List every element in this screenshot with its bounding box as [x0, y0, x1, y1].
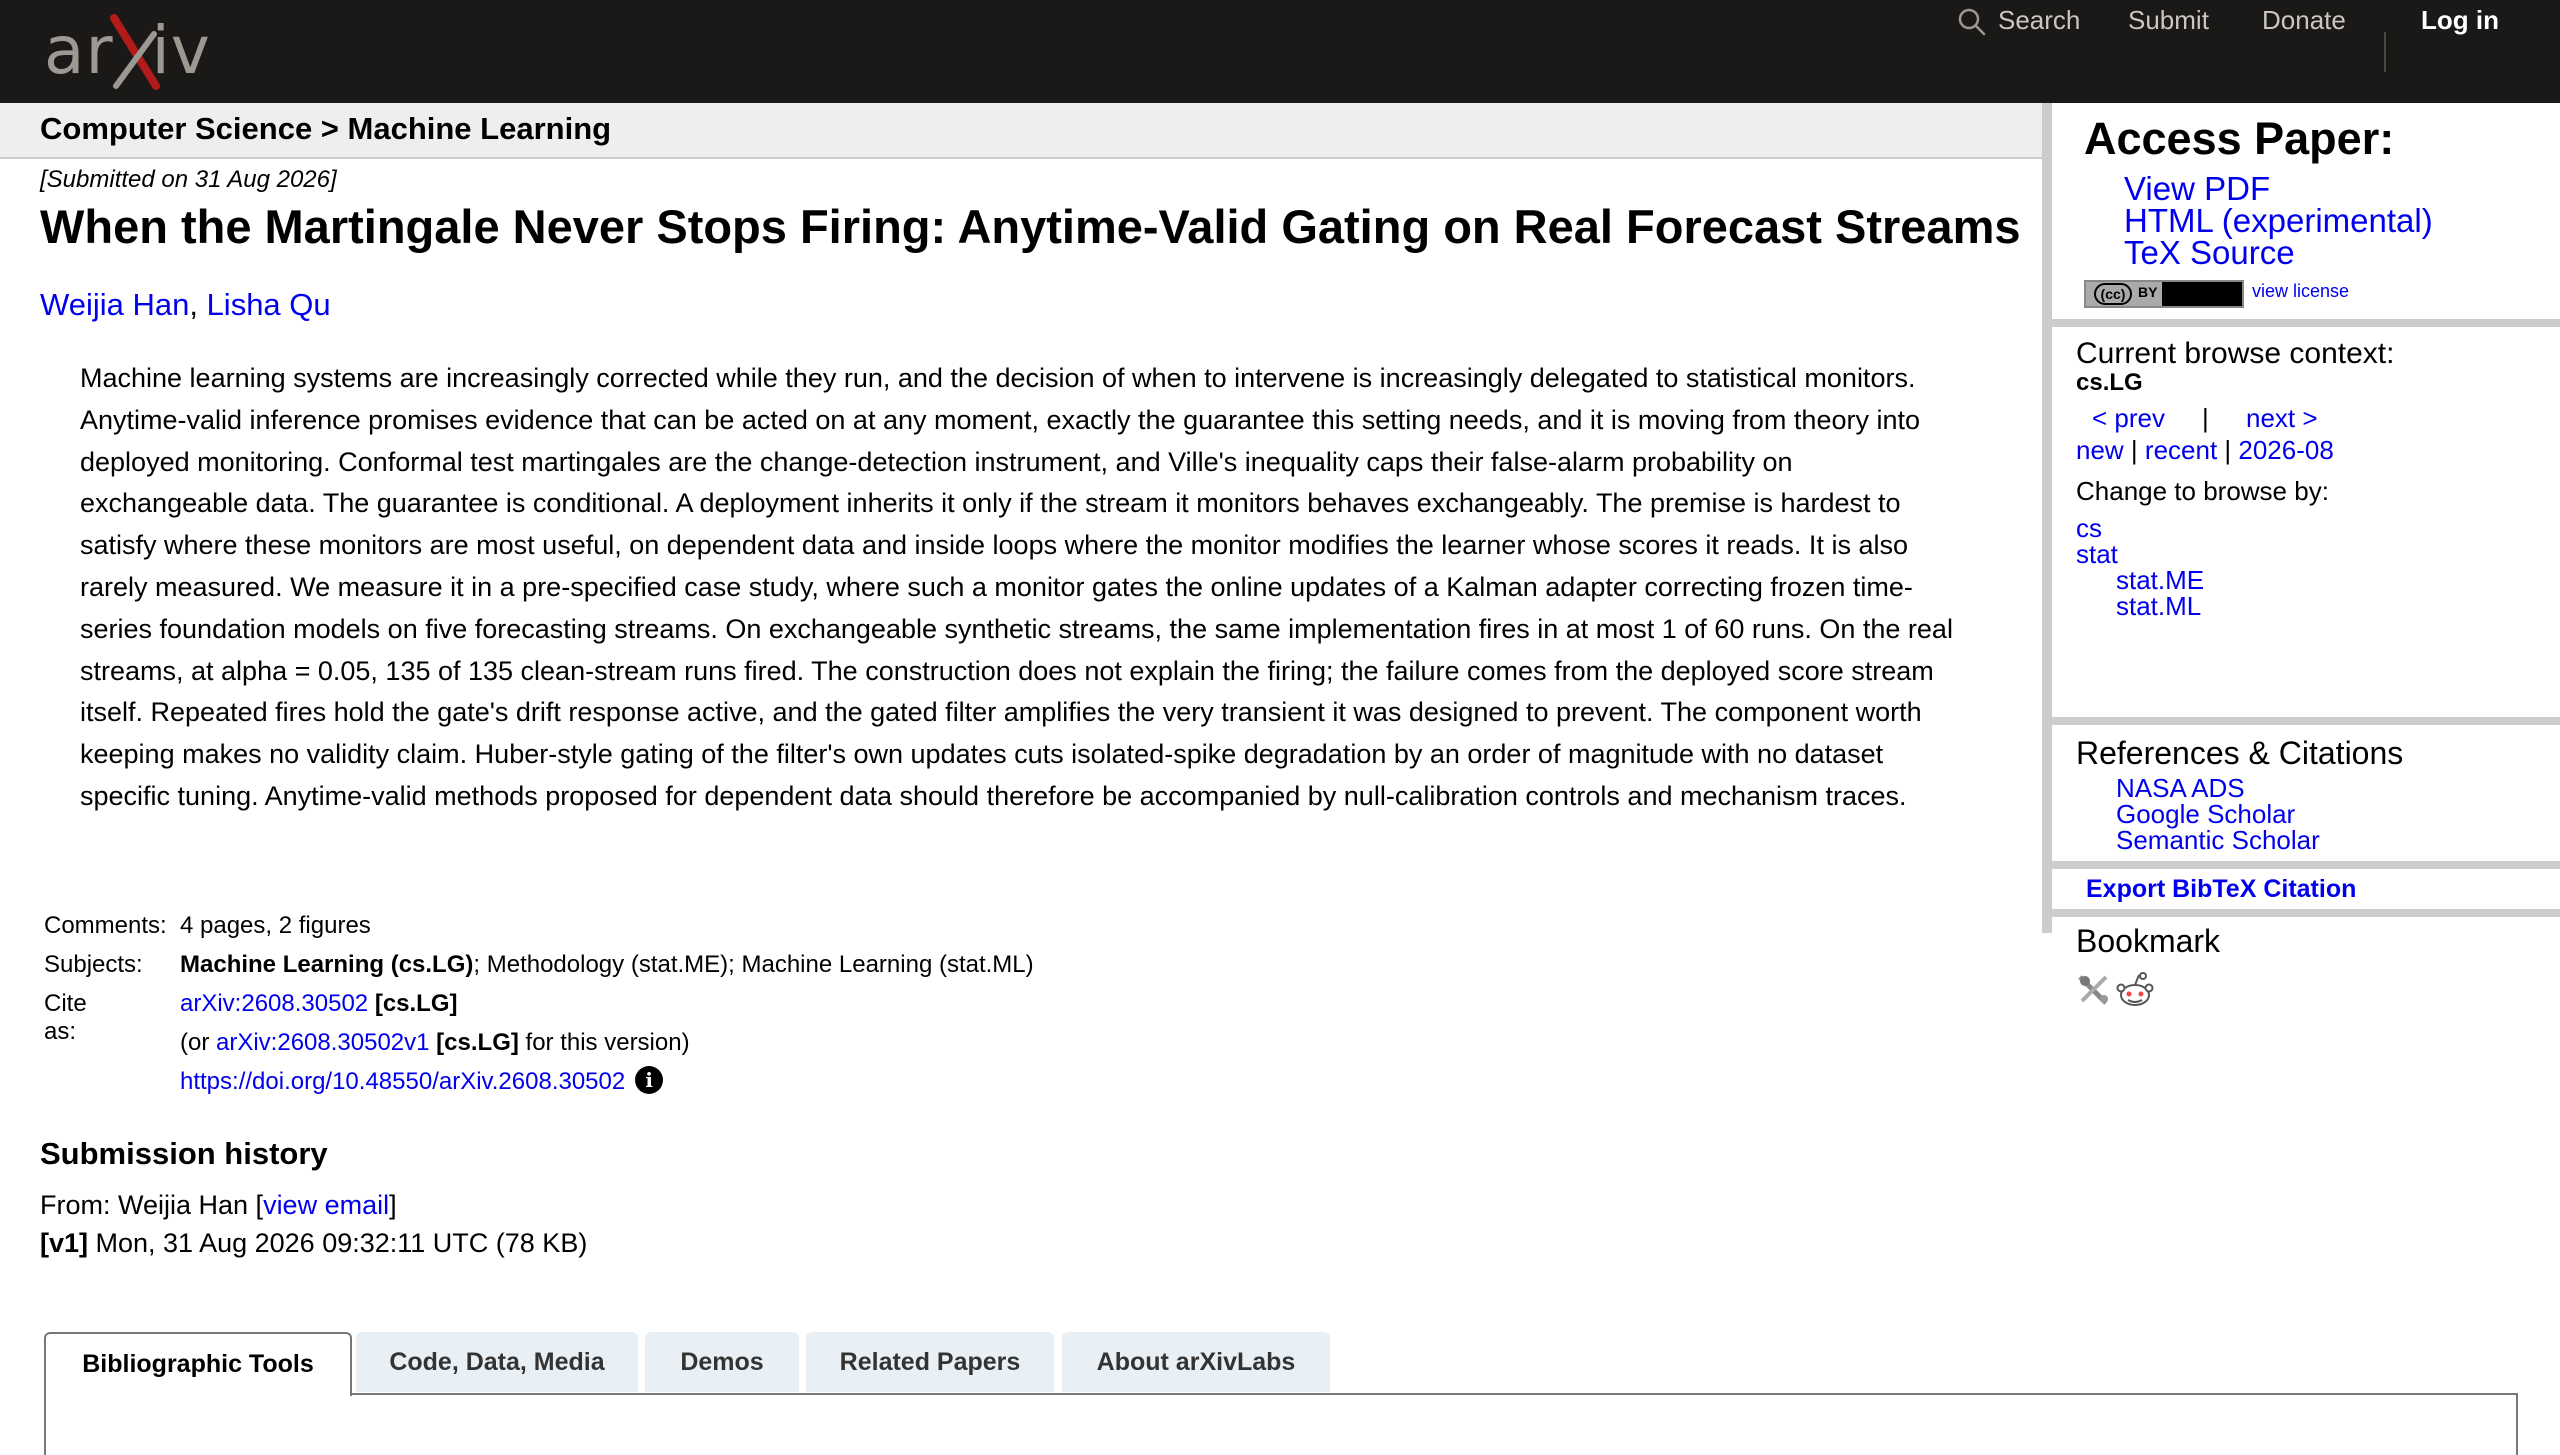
access-paper-heading: Access Paper: [2084, 113, 2395, 164]
from-prefix: From: Weijia Han [ [40, 1190, 264, 1220]
breadcrumb-bar: Computer Science > Machine Learning [0, 103, 2042, 159]
arxiv-id-link[interactable]: arXiv:2608.30502 [180, 990, 368, 1017]
semantic-scholar-link[interactable]: Semantic Scholar [2116, 827, 2320, 853]
subjects-label: Subjects: [44, 951, 143, 978]
author-link[interactable]: Weijia Han [40, 287, 189, 322]
tab-demos[interactable]: Demos [645, 1332, 799, 1392]
view-license-link[interactable]: view license [2252, 281, 2349, 302]
abstract-text: Machine learning systems are increasingl… [80, 363, 1953, 811]
primary-subject: Machine Learning (cs.LG) [180, 951, 474, 978]
author-list: Weijia Han, Lisha Qu [40, 287, 331, 323]
browse-cs-link[interactable]: cs [2076, 515, 2204, 541]
access-links: View PDF HTML (experimental) TeX Source [2124, 172, 2433, 269]
bookmark-box: Bookmark [2052, 917, 2560, 1017]
cc-by-text: BY [2138, 284, 2158, 300]
nav-separator: | [2202, 403, 2209, 433]
version-prefix: (or [180, 1029, 216, 1056]
extra-services-sidebar: Access Paper: View PDF HTML (experimenta… [2042, 103, 2560, 1017]
recent-link[interactable]: recent [2145, 435, 2217, 465]
tab-code-data-media[interactable]: Code, Data, Media [356, 1332, 638, 1392]
from-suffix: ] [389, 1190, 397, 1220]
browse-context-box: Current browse context: cs.LG < prev | n… [2052, 327, 2560, 717]
author-separator: , [189, 287, 207, 322]
browse-stat-ml-link[interactable]: stat.ML [2076, 593, 2204, 619]
references-links: NASA ADS Google Scholar Semantic Scholar [2116, 775, 2320, 853]
browse-context-heading: Current browse context: [2076, 337, 2395, 370]
next-link[interactable]: next > [2246, 403, 2318, 434]
donate-link[interactable]: Donate [2262, 0, 2346, 40]
author-link[interactable]: Lisha Qu [207, 287, 331, 322]
reddit-icon[interactable] [2116, 971, 2154, 1009]
cite-value: arXiv:2608.30502 [cs.LG] [180, 990, 458, 1018]
tab-panel [44, 1393, 2518, 1455]
breadcrumb[interactable]: Computer Science > Machine Learning [40, 109, 611, 149]
version-category: [cs.LG] [436, 1029, 519, 1056]
references-heading: References & Citations [2076, 735, 2404, 771]
tex-source-link[interactable]: TeX Source [2124, 236, 2433, 269]
info-icon[interactable]: i [635, 1065, 664, 1094]
month-link[interactable]: 2026-08 [2238, 435, 2333, 465]
bookmark-heading: Bookmark [2076, 923, 2221, 959]
version-suffix: for this version) [518, 1029, 690, 1056]
cc-icon: (cc) [2094, 283, 2132, 305]
listing-separator: | [2123, 435, 2145, 465]
comments-label: Comments: [44, 912, 167, 939]
search-icon [1958, 8, 1986, 36]
view-email-link[interactable]: view email [263, 1190, 389, 1220]
view-pdf-link[interactable]: View PDF [2124, 172, 2433, 205]
bibsonomy-icon[interactable] [2076, 971, 2112, 1007]
submission-from: From: Weijia Han [view email] [40, 1190, 397, 1221]
browse-by-list: cs stat stat.ME stat.ML [2076, 515, 2204, 619]
top-navbar: ar iv Search Submit Donate Log in [0, 0, 2560, 103]
doi-row: https://doi.org/10.48550/arXiv.2608.3050… [180, 1065, 664, 1096]
google-scholar-link[interactable]: Google Scholar [2116, 801, 2320, 827]
references-box: References & Citations NASA ADS Google S… [2052, 725, 2560, 861]
search-label: Search [1998, 5, 2081, 35]
secondary-subjects: ; Methodology (stat.ME); Machine Learnin… [473, 951, 1034, 978]
browse-stat-link[interactable]: stat [2076, 541, 2204, 567]
nasa-ads-link[interactable]: NASA ADS [2116, 775, 2320, 801]
paper-title: When the Martingale Never Stops Firing: … [40, 200, 2021, 253]
version-entry: [v1] Mon, 31 Aug 2026 09:32:11 UTC (78 K… [40, 1228, 587, 1259]
tab-related-papers[interactable]: Related Papers [806, 1332, 1054, 1392]
listing-links: new | recent | 2026-08 [2076, 435, 2334, 466]
version-date: Mon, 31 Aug 2026 09:32:11 UTC (78 KB) [88, 1228, 588, 1258]
listing-separator: | [2217, 435, 2239, 465]
arxiv-logo-x-icon [110, 14, 160, 90]
doi-link[interactable]: https://doi.org/10.48550/arXiv.2608.3050… [180, 1068, 625, 1095]
subjects-value: Machine Learning (cs.LG); Methodology (s… [180, 951, 1034, 979]
change-browse-label: Change to browse by: [2076, 476, 2329, 506]
submission-history-heading: Submission history [40, 1136, 328, 1171]
browse-stat-me-link[interactable]: stat.ME [2076, 567, 2204, 593]
login-link[interactable]: Log in [2421, 0, 2499, 40]
version-cite: (or arXiv:2608.30502v1 [cs.LG] for this … [180, 1029, 690, 1057]
version-tag[interactable]: [v1] [40, 1228, 88, 1258]
cc-license-badge[interactable]: (cc) BY [2084, 280, 2244, 308]
arxiv-logo[interactable]: ar iv [44, 14, 234, 90]
cite-label: Cite as: [44, 990, 87, 1045]
tab-bibliographic-tools[interactable]: Bibliographic Tools [44, 1332, 352, 1396]
export-box: Export BibTeX Citation [2052, 869, 2560, 909]
nav-divider [2384, 32, 2386, 72]
cite-category: [cs.LG] [374, 990, 458, 1017]
comments-value: 4 pages, 2 figures [180, 912, 371, 939]
access-paper-box: Access Paper: View PDF HTML (experimenta… [2052, 103, 2560, 319]
browse-context-category: cs.LG [2076, 369, 2143, 396]
prev-link[interactable]: < prev [2092, 403, 2165, 434]
html-link[interactable]: HTML (experimental) [2124, 204, 2433, 237]
new-link[interactable]: new [2076, 435, 2124, 465]
tab-about-arxivlabs[interactable]: About arXivLabs [1062, 1332, 1330, 1392]
submission-date: [Submitted on 31 Aug 2026] [40, 166, 337, 193]
export-bibtex-link[interactable]: Export BibTeX Citation [2086, 875, 2356, 904]
submit-link[interactable]: Submit [2128, 0, 2209, 40]
version-id-link[interactable]: arXiv:2608.30502v1 [216, 1029, 430, 1056]
